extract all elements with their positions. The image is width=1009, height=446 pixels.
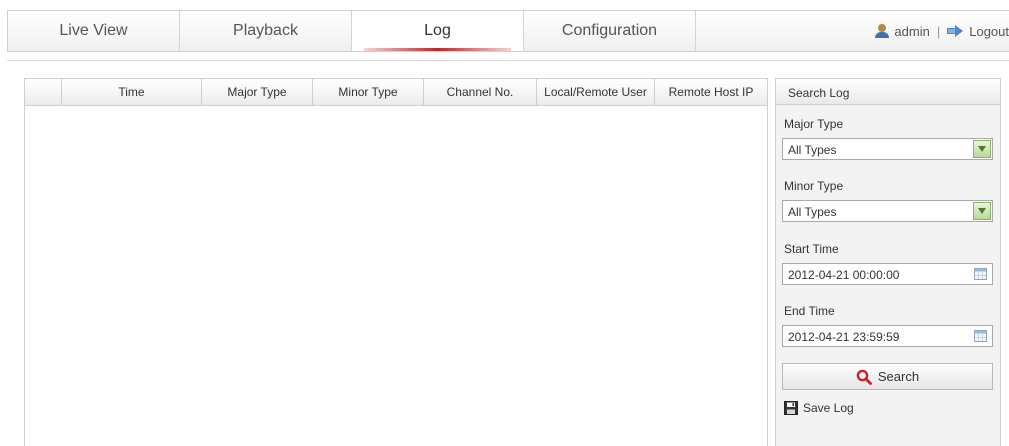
end-time-label: End Time — [784, 304, 835, 318]
search-button-label: Search — [877, 369, 920, 384]
minor-type-select[interactable]: All Types — [782, 200, 993, 222]
username: admin — [894, 23, 930, 39]
top-nav-bar: Live View Playback Log Configuration adm… — [7, 10, 1009, 52]
logout-link[interactable]: Logout — [969, 24, 1009, 39]
search-log-panel: Search Log Major Type All Types Minor Ty… — [775, 78, 1001, 446]
column-header-remote-host-ip[interactable]: Remote Host IP — [655, 79, 767, 105]
calendar-icon[interactable] — [974, 330, 987, 342]
minor-type-value: All Types — [788, 205, 837, 219]
start-time-label: Start Time — [784, 242, 839, 256]
tab-configuration[interactable]: Configuration — [524, 11, 696, 51]
save-icon — [784, 401, 798, 415]
start-time-field[interactable]: 2012-04-21 00:00:00 — [782, 263, 993, 285]
column-header-minor-type[interactable]: Minor Type — [313, 79, 424, 105]
column-header-channel-no[interactable]: Channel No. — [424, 79, 537, 105]
column-header-select[interactable] — [25, 79, 62, 105]
search-icon — [856, 369, 872, 385]
major-type-label: Major Type — [784, 117, 844, 131]
tab-live-view[interactable]: Live View — [8, 11, 180, 51]
major-type-value: All Types — [788, 143, 837, 157]
header-divider — [7, 60, 1009, 61]
minor-type-label: Minor Type — [784, 179, 844, 193]
column-header-major-type[interactable]: Major Type — [202, 79, 313, 105]
calendar-icon[interactable] — [974, 268, 987, 280]
table-header-row: Time Major Type Minor Type Channel No. L… — [25, 79, 767, 106]
user-icon — [875, 24, 890, 38]
tab-playback[interactable]: Playback — [180, 11, 352, 51]
column-header-local-remote-user[interactable]: Local/Remote User — [537, 79, 655, 105]
user-area: admin | Logout — [875, 11, 1009, 51]
search-log-title: Search Log — [776, 79, 1000, 105]
major-type-select[interactable]: All Types — [782, 138, 993, 160]
chevron-down-icon[interactable] — [973, 202, 991, 220]
search-button[interactable]: Search — [782, 363, 993, 390]
column-header-time[interactable]: Time — [62, 79, 202, 105]
logout-icon[interactable] — [947, 25, 964, 37]
chevron-down-icon[interactable] — [973, 140, 991, 158]
end-time-field[interactable]: 2012-04-21 23:59:59 — [782, 325, 993, 347]
table-body — [25, 106, 767, 446]
user-separator: | — [936, 23, 941, 39]
log-table: Time Major Type Minor Type Channel No. L… — [24, 78, 768, 446]
end-time-value: 2012-04-21 23:59:59 — [788, 330, 900, 344]
tab-log[interactable]: Log — [352, 11, 524, 51]
save-log-label: Save Log — [803, 401, 854, 415]
save-log-link[interactable]: Save Log — [784, 401, 854, 415]
start-time-value: 2012-04-21 00:00:00 — [788, 268, 900, 282]
